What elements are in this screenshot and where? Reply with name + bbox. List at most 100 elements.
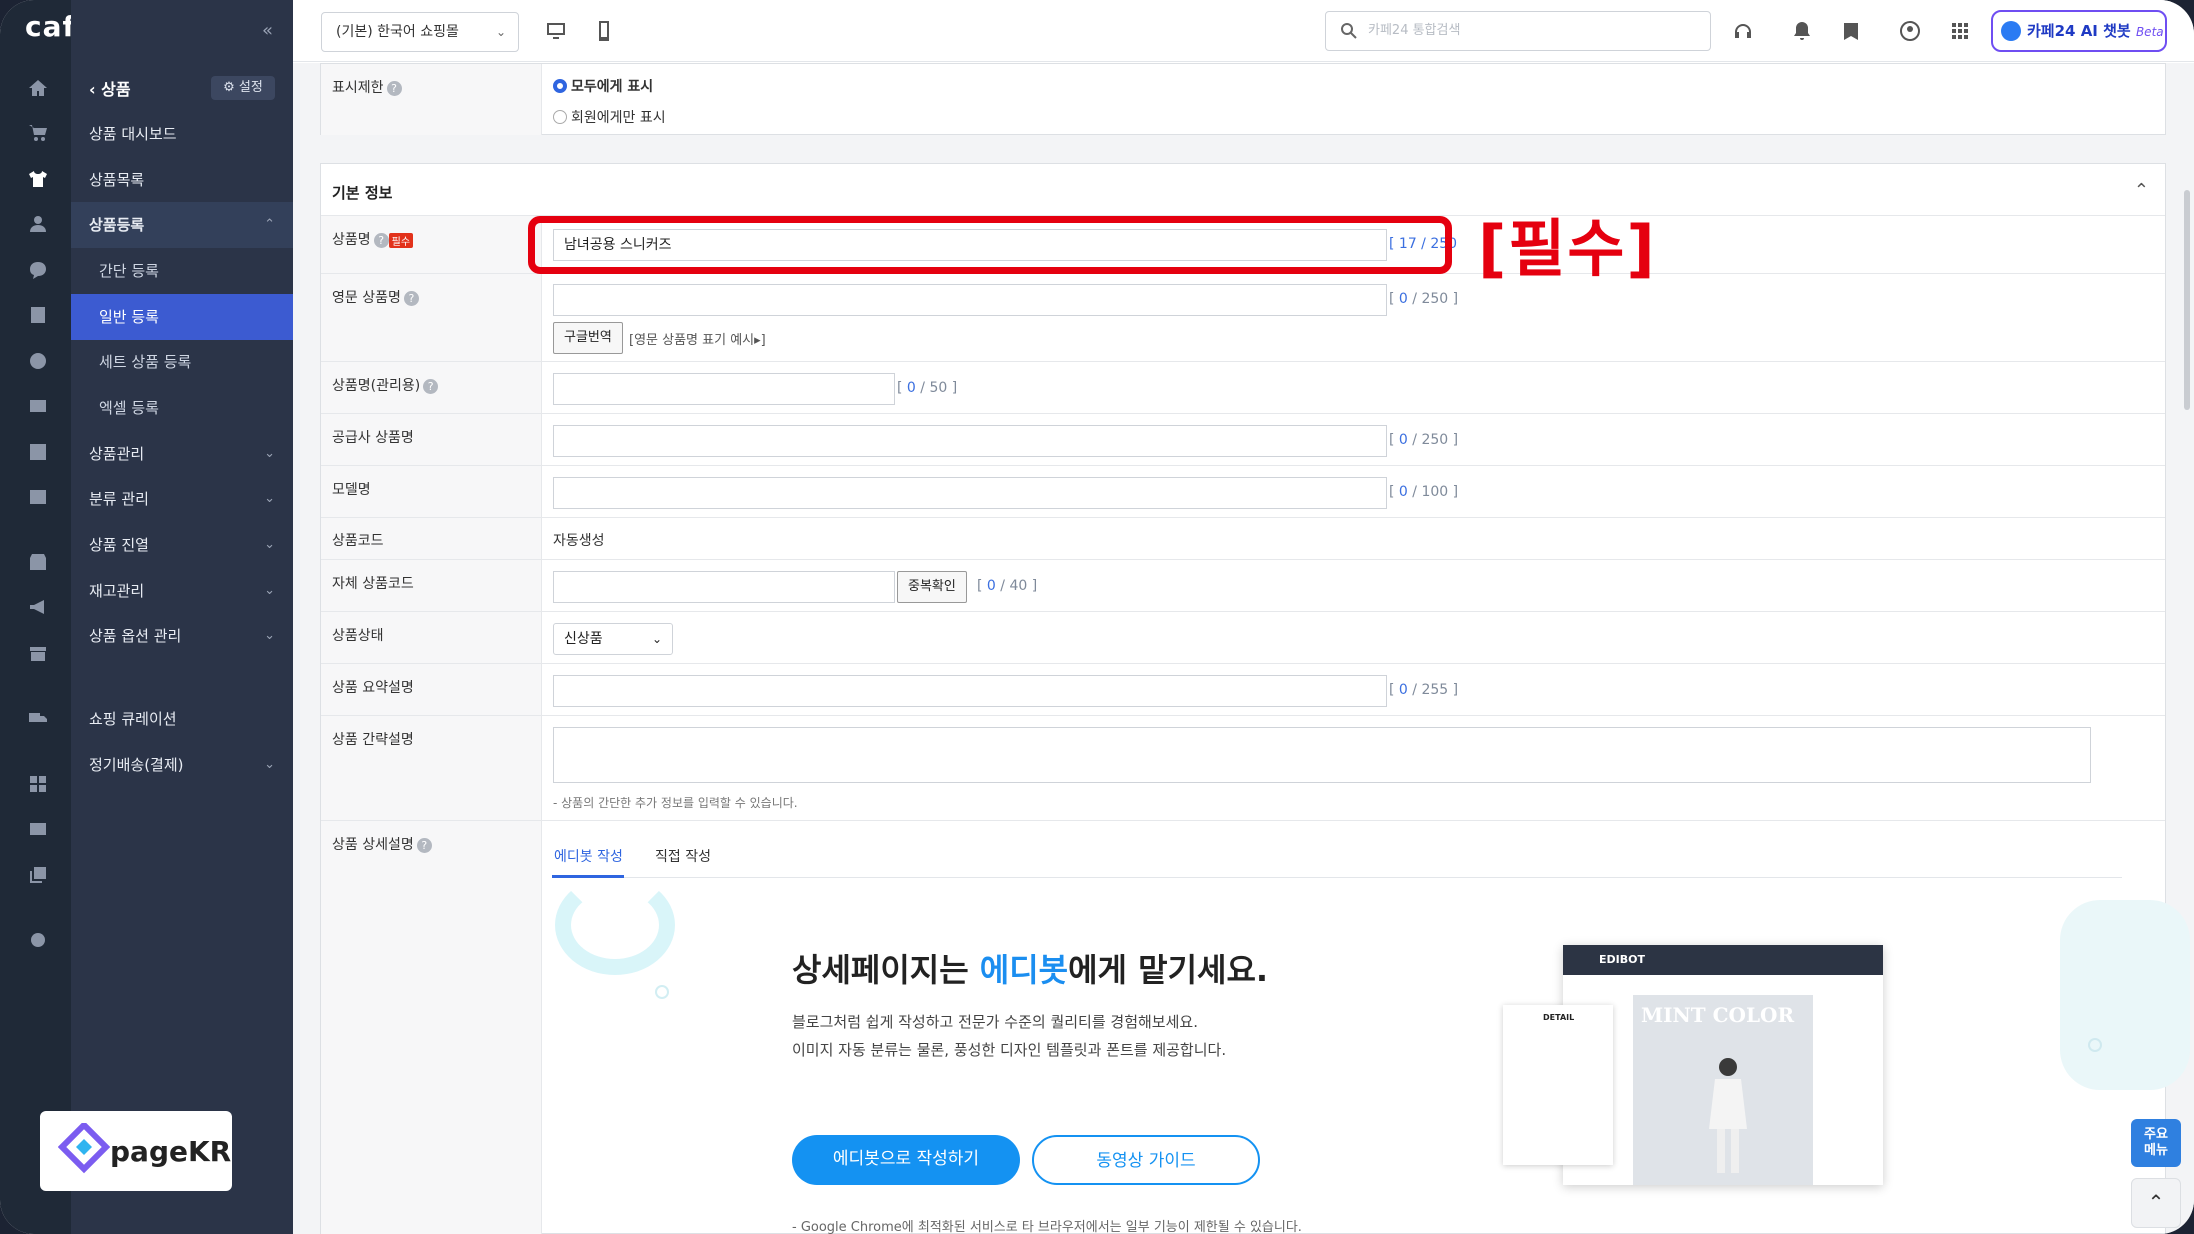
sidebar-item-label: 정기배송(결제) xyxy=(89,756,184,774)
edibot-preview-header: EDIBOT xyxy=(1563,945,1883,975)
duplicate-check-button[interactable]: 중복확인 xyxy=(897,571,967,603)
own-code-input[interactable] xyxy=(553,571,895,603)
english-name-example-link[interactable]: [영문 상품명 표기 예시▸] xyxy=(629,329,766,348)
help-icon[interactable]: ? xyxy=(386,80,402,96)
radio-show-members[interactable]: 회원에게만 표시 xyxy=(553,107,666,127)
sidebar-item-product-manage[interactable]: 상품관리 ⌄ xyxy=(71,431,293,477)
edibot-brand: EDIBOT xyxy=(1599,953,1645,966)
sidebar-item-label: 상품관리 xyxy=(89,445,145,463)
account-icon[interactable] xyxy=(1899,20,1921,42)
sidebar-item-label: 상품 대시보드 xyxy=(89,125,177,143)
sidebar-item-simple-register[interactable]: 간단 등록 xyxy=(71,248,293,294)
help-icon[interactable]: ? xyxy=(416,837,432,853)
admin-name-input[interactable] xyxy=(553,373,895,405)
grid-menu-icon[interactable] xyxy=(1949,20,1971,42)
count-max: / 250 ] xyxy=(1412,291,1459,307)
help-icon[interactable]: ? xyxy=(403,290,419,306)
row-model-name: 모델명 [ 0 / 100 ] xyxy=(321,466,2165,518)
video-guide-button[interactable]: 동영상 가이드 xyxy=(1032,1135,1260,1185)
count-value: 0 xyxy=(1398,682,1408,698)
home-icon[interactable] xyxy=(28,78,48,98)
product-status-select[interactable]: 신상품 ⌄ xyxy=(553,623,673,655)
label-text: 모델명 xyxy=(332,482,371,498)
chevron-down-icon: ⌄ xyxy=(651,632,662,646)
sidebar-item-curation[interactable]: 쇼핑 큐레이션 xyxy=(71,696,293,742)
product-shirt-icon[interactable] xyxy=(28,169,48,189)
tab-direct[interactable]: 직접 작성 xyxy=(655,846,711,866)
search-input[interactable]: 카페24 통합검색 xyxy=(1325,11,1711,51)
sidebar-item-general-register[interactable]: 일반 등록 xyxy=(71,294,293,340)
google-translate-button[interactable]: 구글번역 xyxy=(553,322,623,354)
sidebar-item-category[interactable]: 분류 관리 ⌄ xyxy=(71,476,293,522)
scroll-top-button[interactable]: ⌃ xyxy=(2131,1178,2181,1228)
summary-input[interactable] xyxy=(553,675,1387,707)
sidebar-item-set-register[interactable]: 세트 상품 등록 xyxy=(71,339,293,385)
english-name-input[interactable] xyxy=(553,284,1387,316)
bookmark-icon[interactable] xyxy=(1840,20,1862,42)
sidebar-item-label: 일반 등록 xyxy=(99,308,159,326)
megaphone-icon[interactable] xyxy=(28,597,48,617)
label-text: 상품 요약설명 xyxy=(332,680,414,696)
chevron-down-icon: ⌄ xyxy=(264,537,275,552)
chat-icon[interactable] xyxy=(28,260,48,280)
sidebar-item-dashboard[interactable]: 상품 대시보드 xyxy=(71,111,293,157)
sidebar-head[interactable]: ‹ 상품 xyxy=(89,76,131,100)
collapse-section-icon[interactable]: ⌃ xyxy=(2134,180,2149,201)
row-product-code: 상품코드 자동생성 xyxy=(321,518,2165,560)
sidebar-item-inventory[interactable]: 재고관리 ⌄ xyxy=(71,568,293,614)
quick-menu-button[interactable]: 주요 메뉴 xyxy=(2131,1119,2181,1167)
sidebar-item-display[interactable]: 상품 진열 ⌄ xyxy=(71,522,293,568)
supplier-name-count: [ 0 / 250 ] xyxy=(1389,432,1459,448)
settings-gear-icon[interactable] xyxy=(28,930,48,950)
sidebar-item-label: 세트 상품 등록 xyxy=(99,353,192,371)
board-icon[interactable] xyxy=(28,305,48,325)
help-icon[interactable]: ? xyxy=(373,232,389,248)
copy-icon[interactable] xyxy=(28,865,48,885)
desktop-view-icon[interactable] xyxy=(545,20,567,42)
model-name-input[interactable] xyxy=(553,477,1387,509)
headset-icon[interactable] xyxy=(1732,20,1754,42)
design-icon[interactable] xyxy=(28,351,48,371)
store-icon[interactable] xyxy=(28,552,48,572)
supplier-name-input[interactable] xyxy=(553,425,1387,457)
help-icon[interactable]: ? xyxy=(423,378,439,394)
radio-show-all[interactable]: 모두에게 표시 xyxy=(553,76,653,96)
chatbot-label: 카페24 AI 챗봇 xyxy=(2027,22,2131,40)
sidebar-item-label: 상품등록 xyxy=(89,216,145,234)
sidebar-item-product-register[interactable]: 상품등록 ⌃ xyxy=(71,202,293,248)
media-icon[interactable] xyxy=(28,819,48,839)
supplier-name-label: 공급사 상품명 xyxy=(321,414,542,465)
count-value: 0 xyxy=(986,578,996,594)
collapse-sidebar-button[interactable]: « xyxy=(262,20,273,41)
delivery-icon[interactable] xyxy=(28,708,48,728)
model-name-label: 모델명 xyxy=(321,466,542,517)
sidebar-item-product-list[interactable]: 상품목록 xyxy=(71,157,293,203)
promotion-icon[interactable] xyxy=(28,396,48,416)
apps-icon[interactable] xyxy=(28,774,48,794)
customer-icon[interactable] xyxy=(28,214,48,234)
tab-edibot[interactable]: 에디봇 작성 xyxy=(554,846,623,866)
stats-icon[interactable] xyxy=(28,442,48,462)
shop-icon[interactable] xyxy=(28,643,48,663)
analytics-icon[interactable] xyxy=(28,487,48,507)
sidebar-item-options[interactable]: 상품 옵션 관리 ⌄ xyxy=(71,613,293,659)
brief-textarea[interactable] xyxy=(553,727,2091,783)
radio-label: 회원에게만 표시 xyxy=(571,110,666,126)
ai-chatbot-button[interactable]: 카페24 AI 챗봇 Beta xyxy=(1991,10,2167,52)
sidebar-item-subscription[interactable]: 정기배송(결제) ⌄ xyxy=(71,742,293,788)
shop-select[interactable]: (기본) 한국어 쇼핑몰 ⌄ xyxy=(321,12,519,52)
row-english-name: 영문 상품명? [ 0 / 250 ] 구글번역 [영문 상품명 표기 예시▸] xyxy=(321,274,2165,362)
sidebar-settings-button[interactable]: ⚙ 설정 xyxy=(211,76,275,100)
model-figure-icon xyxy=(1709,1058,1747,1173)
cart-icon[interactable] xyxy=(28,123,48,143)
chevron-down-icon: ⌄ xyxy=(264,583,275,598)
sidebar-item-excel-register[interactable]: 엑셀 등록 xyxy=(71,385,293,431)
section-title: 기본 정보 xyxy=(332,184,393,202)
page-scrollbar[interactable] xyxy=(2184,190,2190,410)
pagekr-logo-icon xyxy=(58,1123,110,1174)
edibot-write-button[interactable]: 에디봇으로 작성하기 xyxy=(792,1135,1020,1185)
bell-icon[interactable] xyxy=(1791,20,1813,42)
pagekr-label: pageKR xyxy=(110,1135,232,1168)
mobile-view-icon[interactable] xyxy=(593,20,615,42)
required-annotation: [필수] xyxy=(1478,212,1657,285)
